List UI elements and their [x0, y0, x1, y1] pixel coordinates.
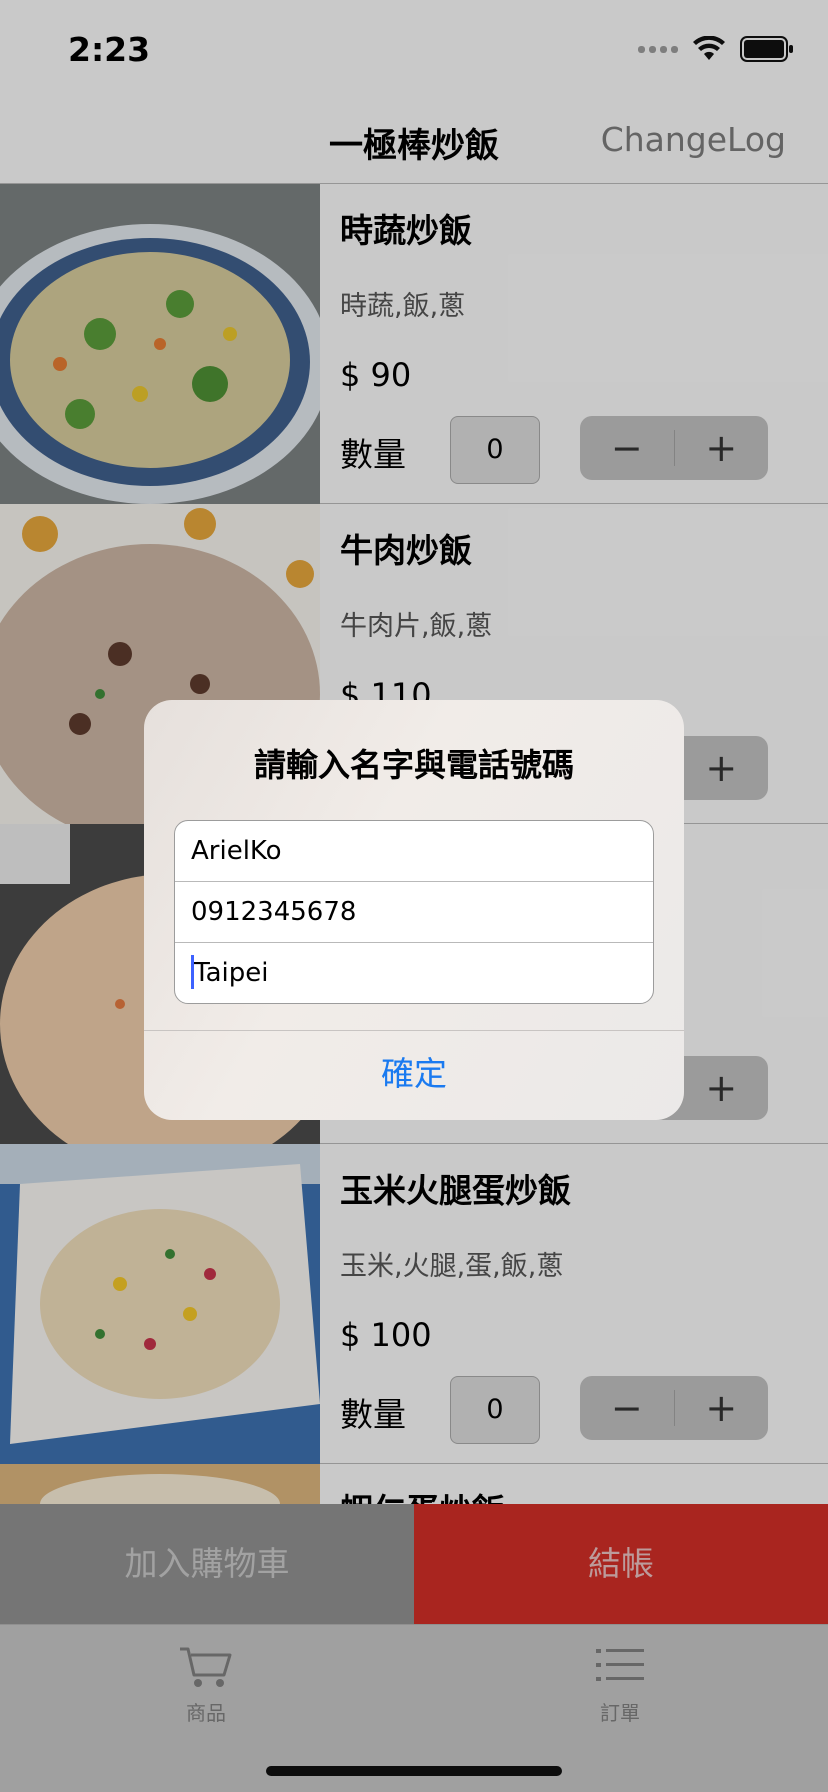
input-alert: 請輸入名字與電話號碼 ArielKo 0912345678 Taipei 確定 — [144, 700, 684, 1120]
alert-field-group: ArielKo 0912345678 Taipei — [174, 820, 654, 1004]
name-field[interactable]: ArielKo — [175, 821, 653, 882]
address-value: Taipei — [194, 958, 269, 988]
text-caret — [191, 954, 194, 989]
confirm-button[interactable]: 確定 — [144, 1030, 684, 1120]
alert-title: 請輸入名字與電話號碼 — [253, 746, 574, 784]
phone-field[interactable]: 0912345678 — [175, 882, 653, 943]
address-field[interactable]: Taipei — [175, 943, 653, 1003]
